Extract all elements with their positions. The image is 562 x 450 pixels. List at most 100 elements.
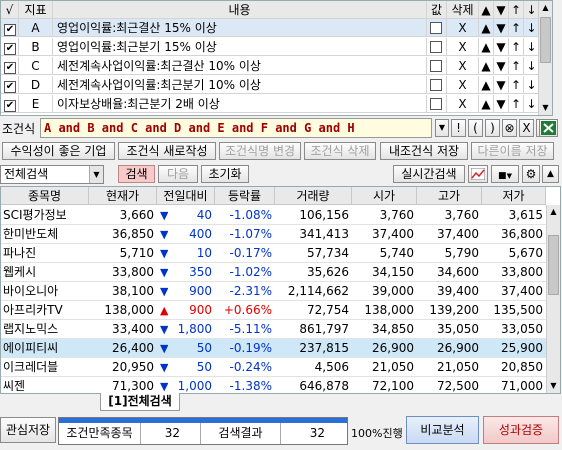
- condition-name-button[interactable]: 수익성이 좋은 기업: [2, 142, 115, 160]
- criteria-value-checkbox[interactable]: [427, 76, 447, 94]
- table-row[interactable]: 웹케시 33,800 ▼ 350 -1.02% 35,626 34,150 34,600 33,…: [1, 263, 546, 282]
- formula-dropdown-icon[interactable]: ▼: [435, 119, 449, 137]
- col-high-header[interactable]: 고가: [417, 187, 482, 205]
- collapse-button[interactable]: ▲: [542, 165, 559, 183]
- criteria-content[interactable]: 세전계속사업이익률:최근분기 10% 이상: [53, 76, 427, 94]
- criteria-delete[interactable]: X: [447, 19, 479, 37]
- move-top-icon[interactable]: ▲: [479, 76, 494, 94]
- clear-circle-button[interactable]: ⊗: [502, 119, 517, 137]
- col-volume-header[interactable]: 거래량: [275, 187, 352, 205]
- move-up-icon[interactable]: ↑: [509, 76, 524, 94]
- excel-export-button[interactable]: [539, 119, 558, 137]
- chart-button[interactable]: [468, 165, 488, 183]
- move-up-icon[interactable]: ↑: [509, 57, 524, 75]
- criteria-row[interactable]: ✔ D 세전계속사업이익률:최근분기 10% 이상 X ▲ ▼ ↑ ↓: [1, 76, 539, 94]
- criteria-value-checkbox[interactable]: [427, 57, 447, 75]
- move-up-icon[interactable]: ↑: [509, 38, 524, 56]
- realtime-search-button[interactable]: 실시간검색: [393, 165, 465, 183]
- compare-analysis-button[interactable]: 비교분석: [406, 416, 479, 444]
- table-row[interactable]: 랩지노믹스 33,400 ▼ 1,800 -5.11% 861,797 34,850 35,0…: [1, 320, 546, 339]
- move-down-icon[interactable]: ↓: [524, 76, 539, 94]
- move-up-icon[interactable]: ↑: [509, 95, 524, 113]
- criteria-delete[interactable]: X: [447, 95, 479, 113]
- move-bottom-icon[interactable]: ▼: [494, 95, 509, 113]
- col-change-header[interactable]: 전일대비: [157, 187, 215, 205]
- move-up-header[interactable]: ↑: [509, 1, 524, 19]
- move-up-icon[interactable]: ↑: [509, 19, 524, 37]
- criteria-content[interactable]: 세전계속사업이익률:최근결산 10% 이상: [53, 57, 427, 75]
- move-top-header[interactable]: ▲: [479, 1, 494, 19]
- criteria-row[interactable]: ✔ B 영업이익률:최근분기 15% 이상 X ▲ ▼ ↑ ↓: [1, 38, 539, 56]
- rename-condition-button[interactable]: 조건식명 변경: [219, 142, 301, 160]
- results-scrollbar[interactable]: ▲ ▼: [546, 205, 560, 393]
- scope-select[interactable]: 전체검색 ▼: [0, 165, 104, 184]
- scroll-down-icon[interactable]: ▼: [547, 379, 560, 393]
- results-scroll-thumb[interactable]: [548, 235, 559, 295]
- move-down-icon[interactable]: ↓: [524, 19, 539, 37]
- close-paren-button[interactable]: ): [485, 119, 500, 137]
- options-menu-button[interactable]: ■▼: [491, 165, 519, 183]
- tab-all-search[interactable]: [1]전체검색: [100, 393, 180, 411]
- move-bottom-icon[interactable]: ▼: [494, 76, 509, 94]
- delete-x-button[interactable]: X: [519, 119, 534, 137]
- save-as-button[interactable]: 다른이름 저장: [471, 142, 554, 160]
- criteria-delete[interactable]: X: [447, 38, 479, 56]
- criteria-content[interactable]: 영업이익률:최근결산 15% 이상: [53, 19, 427, 37]
- criteria-checkbox[interactable]: ✔: [1, 95, 19, 113]
- col-name-header[interactable]: 종목명: [1, 187, 89, 205]
- settings-button[interactable]: ⚙: [522, 165, 540, 183]
- move-top-icon[interactable]: ▲: [479, 95, 494, 113]
- criteria-checkbox[interactable]: ✔: [1, 19, 19, 37]
- criteria-row[interactable]: ✔ A 영업이익률:최근결산 15% 이상 X ▲ ▼ ↑ ↓: [1, 19, 539, 37]
- col-rate-header[interactable]: 등락률: [215, 187, 275, 205]
- move-down-header[interactable]: ↓: [524, 1, 539, 19]
- move-bottom-header[interactable]: ▼: [494, 1, 509, 19]
- criteria-delete[interactable]: X: [447, 76, 479, 94]
- criteria-content[interactable]: 영업이익률:최근분기 15% 이상: [53, 38, 427, 56]
- criteria-scrollbar[interactable]: ▲ ▼: [538, 1, 552, 115]
- save-interest-button[interactable]: 관심저장: [0, 417, 56, 443]
- save-my-condition-button[interactable]: 내조건식 저장: [380, 142, 468, 160]
- table-row[interactable]: SCI평가정보 3,660 ▼ 40 -1.08% 106,156 3,760 3,760 3,…: [1, 206, 546, 225]
- table-row[interactable]: 아프리카TV 138,000 ▲ 900 +0.66% 72,754 138,000 139,…: [1, 301, 546, 320]
- search-button[interactable]: 검색: [118, 165, 155, 183]
- table-row[interactable]: 한미반도체 36,850 ▼ 400 -1.07% 341,413 37,400 37,400…: [1, 225, 546, 244]
- formula-input[interactable]: A and B and C and D and E and F and G an…: [40, 118, 432, 138]
- reset-button[interactable]: 초기화: [201, 165, 249, 183]
- criteria-row[interactable]: ✔ E 이자보상배율:최근분기 2배 이상 X ▲ ▼ ↑ ↓: [1, 95, 539, 113]
- table-row[interactable]: 바이오니아 38,100 ▼ 900 -2.31% 2,114,662 39,000 39,4…: [1, 282, 546, 301]
- criteria-value-checkbox[interactable]: [427, 38, 447, 56]
- table-row[interactable]: 에이피티씨 26,400 ▼ 50 -0.19% 237,815 26,900 26,900 2…: [1, 339, 546, 358]
- next-button[interactable]: 다음: [158, 165, 198, 183]
- scroll-down-icon[interactable]: ▼: [539, 101, 552, 115]
- move-down-icon[interactable]: ↓: [524, 95, 539, 113]
- move-top-icon[interactable]: ▲: [479, 38, 494, 56]
- scroll-up-icon[interactable]: ▲: [547, 205, 560, 219]
- table-row[interactable]: 파나진 5,710 ▼ 10 -0.17% 57,734 5,740 5,790 5,670: [1, 244, 546, 263]
- criteria-delete[interactable]: X: [447, 57, 479, 75]
- move-down-icon[interactable]: ↓: [524, 57, 539, 75]
- table-row[interactable]: 이크레더블 20,950 ▼ 50 -0.24% 4,506 21,050 21,050 20,…: [1, 358, 546, 377]
- move-bottom-icon[interactable]: ▼: [494, 19, 509, 37]
- move-bottom-icon[interactable]: ▼: [494, 38, 509, 56]
- col-price-header[interactable]: 현재가: [89, 187, 157, 205]
- move-top-icon[interactable]: ▲: [479, 19, 494, 37]
- criteria-checkbox[interactable]: ✔: [1, 38, 19, 56]
- col-open-header[interactable]: 시가: [352, 187, 417, 205]
- criteria-checkbox[interactable]: ✔: [1, 57, 19, 75]
- open-paren-button[interactable]: (: [468, 119, 483, 137]
- chevron-down-icon[interactable]: ▼: [89, 166, 103, 183]
- verify-button[interactable]: 성과검증: [483, 416, 559, 444]
- criteria-value-checkbox[interactable]: [427, 19, 447, 37]
- criteria-value-checkbox[interactable]: [427, 95, 447, 113]
- not-operator-button[interactable]: !: [451, 119, 466, 137]
- move-top-icon[interactable]: ▲: [479, 57, 494, 75]
- scroll-thumb[interactable]: [540, 17, 551, 63]
- criteria-row[interactable]: ✔ C 세전계속사업이익률:최근결산 10% 이상 X ▲ ▼ ↑ ↓: [1, 57, 539, 75]
- move-bottom-icon[interactable]: ▼: [494, 57, 509, 75]
- move-down-icon[interactable]: ↓: [524, 38, 539, 56]
- table-row[interactable]: 씨젠 71,300 ▼ 1,000 -1.38% 646,878 72,100 72,500 7…: [1, 377, 546, 393]
- new-condition-button[interactable]: 조건식 새로작성: [118, 142, 216, 160]
- criteria-checkbox[interactable]: ✔: [1, 76, 19, 94]
- delete-condition-button[interactable]: 조건식 삭제: [304, 142, 376, 160]
